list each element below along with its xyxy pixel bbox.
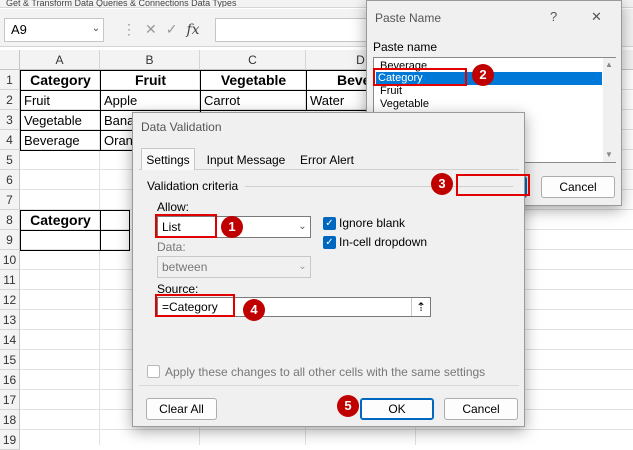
fx-icon[interactable]: fx	[186, 22, 199, 38]
paste-name-cancel-button[interactable]: Cancel	[541, 176, 615, 198]
cell-b9[interactable]	[100, 230, 130, 251]
cell-b1[interactable]: Fruit	[100, 70, 201, 91]
row-header[interactable]: 5	[0, 150, 20, 170]
data-chevron-down-icon: ⌄	[298, 261, 307, 272]
formula-buttons: ⋮ ✕ ✓ fx	[122, 18, 208, 42]
row-header[interactable]: 17	[0, 390, 20, 410]
help-icon[interactable]: ?	[550, 9, 557, 24]
scroll-down-icon[interactable]: ▼	[605, 150, 613, 159]
data-validation-ok-button[interactable]: OK	[360, 398, 434, 420]
in-cell-dropdown-checkbox[interactable]: ✓	[323, 236, 336, 249]
list-item-fruit[interactable]: Fruit	[378, 85, 598, 98]
ignore-blank-label[interactable]: Ignore blank	[339, 216, 405, 230]
data-validation-cancel-button[interactable]: Cancel	[444, 398, 518, 420]
data-validation-dialog: Data Validation Settings Input Message E…	[132, 112, 525, 427]
cell-a1[interactable]: Category	[20, 70, 101, 91]
formula-input[interactable]	[215, 18, 375, 42]
validation-criteria-label: Validation criteria	[147, 179, 239, 193]
cell-a8[interactable]: Category	[20, 210, 101, 231]
row-header[interactable]: 8	[0, 210, 20, 230]
step-badge-3: 3	[431, 173, 453, 195]
row-header[interactable]: 4	[0, 130, 20, 150]
annotation-box-ok	[456, 174, 530, 196]
row-header[interactable]: 15	[0, 350, 20, 370]
scroll-up-icon[interactable]: ▲	[605, 60, 613, 69]
column-header-b[interactable]: B	[100, 50, 200, 70]
collapse-range-icon[interactable]: ⇡	[411, 298, 430, 316]
cell-c1[interactable]: Vegetable	[200, 70, 307, 91]
tab-input-message[interactable]: Input Message	[201, 150, 291, 170]
cancel-x-icon[interactable]: ✕	[145, 21, 157, 37]
more-icon[interactable]: ⋮	[122, 21, 136, 37]
apply-all-label[interactable]: Apply these changes to all other cells w…	[165, 365, 485, 379]
paste-name-label: Paste name	[373, 40, 438, 54]
annotation-box-allow	[155, 214, 217, 238]
paste-name-title: Paste Name	[375, 11, 442, 25]
column-header-c[interactable]: C	[200, 50, 306, 70]
row-header[interactable]: 16	[0, 370, 20, 390]
annotation-box-source	[155, 294, 235, 317]
row-header[interactable]: 3	[0, 110, 20, 130]
row-header[interactable]: 14	[0, 330, 20, 350]
ignore-blank-checkbox[interactable]: ✓	[323, 217, 336, 230]
row-header[interactable]: 11	[0, 270, 20, 290]
data-select: between	[157, 256, 311, 278]
step-badge-1: 1	[221, 216, 243, 238]
list-scrollbar[interactable]	[603, 58, 616, 162]
column-header-a[interactable]: A	[20, 50, 100, 70]
row-header[interactable]: 18	[0, 410, 20, 430]
allow-label: Allow:	[157, 200, 190, 214]
allow-chevron-down-icon[interactable]: ⌄	[295, 217, 310, 237]
tab-error-alert[interactable]: Error Alert	[293, 150, 361, 170]
row-header[interactable]: 6	[0, 170, 20, 190]
cell-c2[interactable]: Carrot	[200, 90, 307, 111]
cell-a3[interactable]: Vegetable	[20, 110, 101, 131]
row-header[interactable]: 2	[0, 90, 20, 110]
annotation-box-category	[373, 68, 467, 86]
enter-check-icon[interactable]: ✓	[166, 21, 178, 37]
close-icon[interactable]: ✕	[591, 9, 602, 25]
step-badge-2: 2	[472, 64, 494, 86]
row-header[interactable]: 13	[0, 310, 20, 330]
step-badge-5: 5	[337, 395, 359, 417]
data-value: between	[162, 260, 208, 274]
row-header[interactable]: 19	[0, 430, 20, 450]
name-box-chevron-icon[interactable]: ⌄	[88, 18, 104, 42]
list-item-vegetable[interactable]: Vegetable	[378, 98, 598, 111]
apply-all-checkbox[interactable]	[147, 365, 160, 378]
cell-a4[interactable]: Beverage	[20, 130, 101, 151]
cell-a2[interactable]: Fruit	[20, 90, 101, 111]
data-label: Data:	[157, 240, 186, 254]
cell-b2[interactable]: Apple	[100, 90, 201, 111]
clear-all-button[interactable]: Clear All	[146, 398, 217, 420]
in-cell-dropdown-label[interactable]: In-cell dropdown	[339, 235, 427, 249]
tab-settings[interactable]: Settings	[141, 148, 195, 170]
row-header[interactable]: 7	[0, 190, 20, 210]
cell-b8[interactable]	[100, 210, 130, 231]
row-header[interactable]: 12	[0, 290, 20, 310]
footer-divider	[139, 385, 519, 386]
step-badge-4: 4	[243, 299, 265, 321]
cell-a9-selected[interactable]	[20, 230, 101, 251]
row-header[interactable]: 10	[0, 250, 20, 270]
row-header[interactable]: 1	[0, 70, 20, 90]
data-validation-title: Data Validation	[141, 120, 222, 134]
select-all-corner[interactable]	[0, 50, 20, 70]
row-header[interactable]: 9	[0, 230, 20, 250]
